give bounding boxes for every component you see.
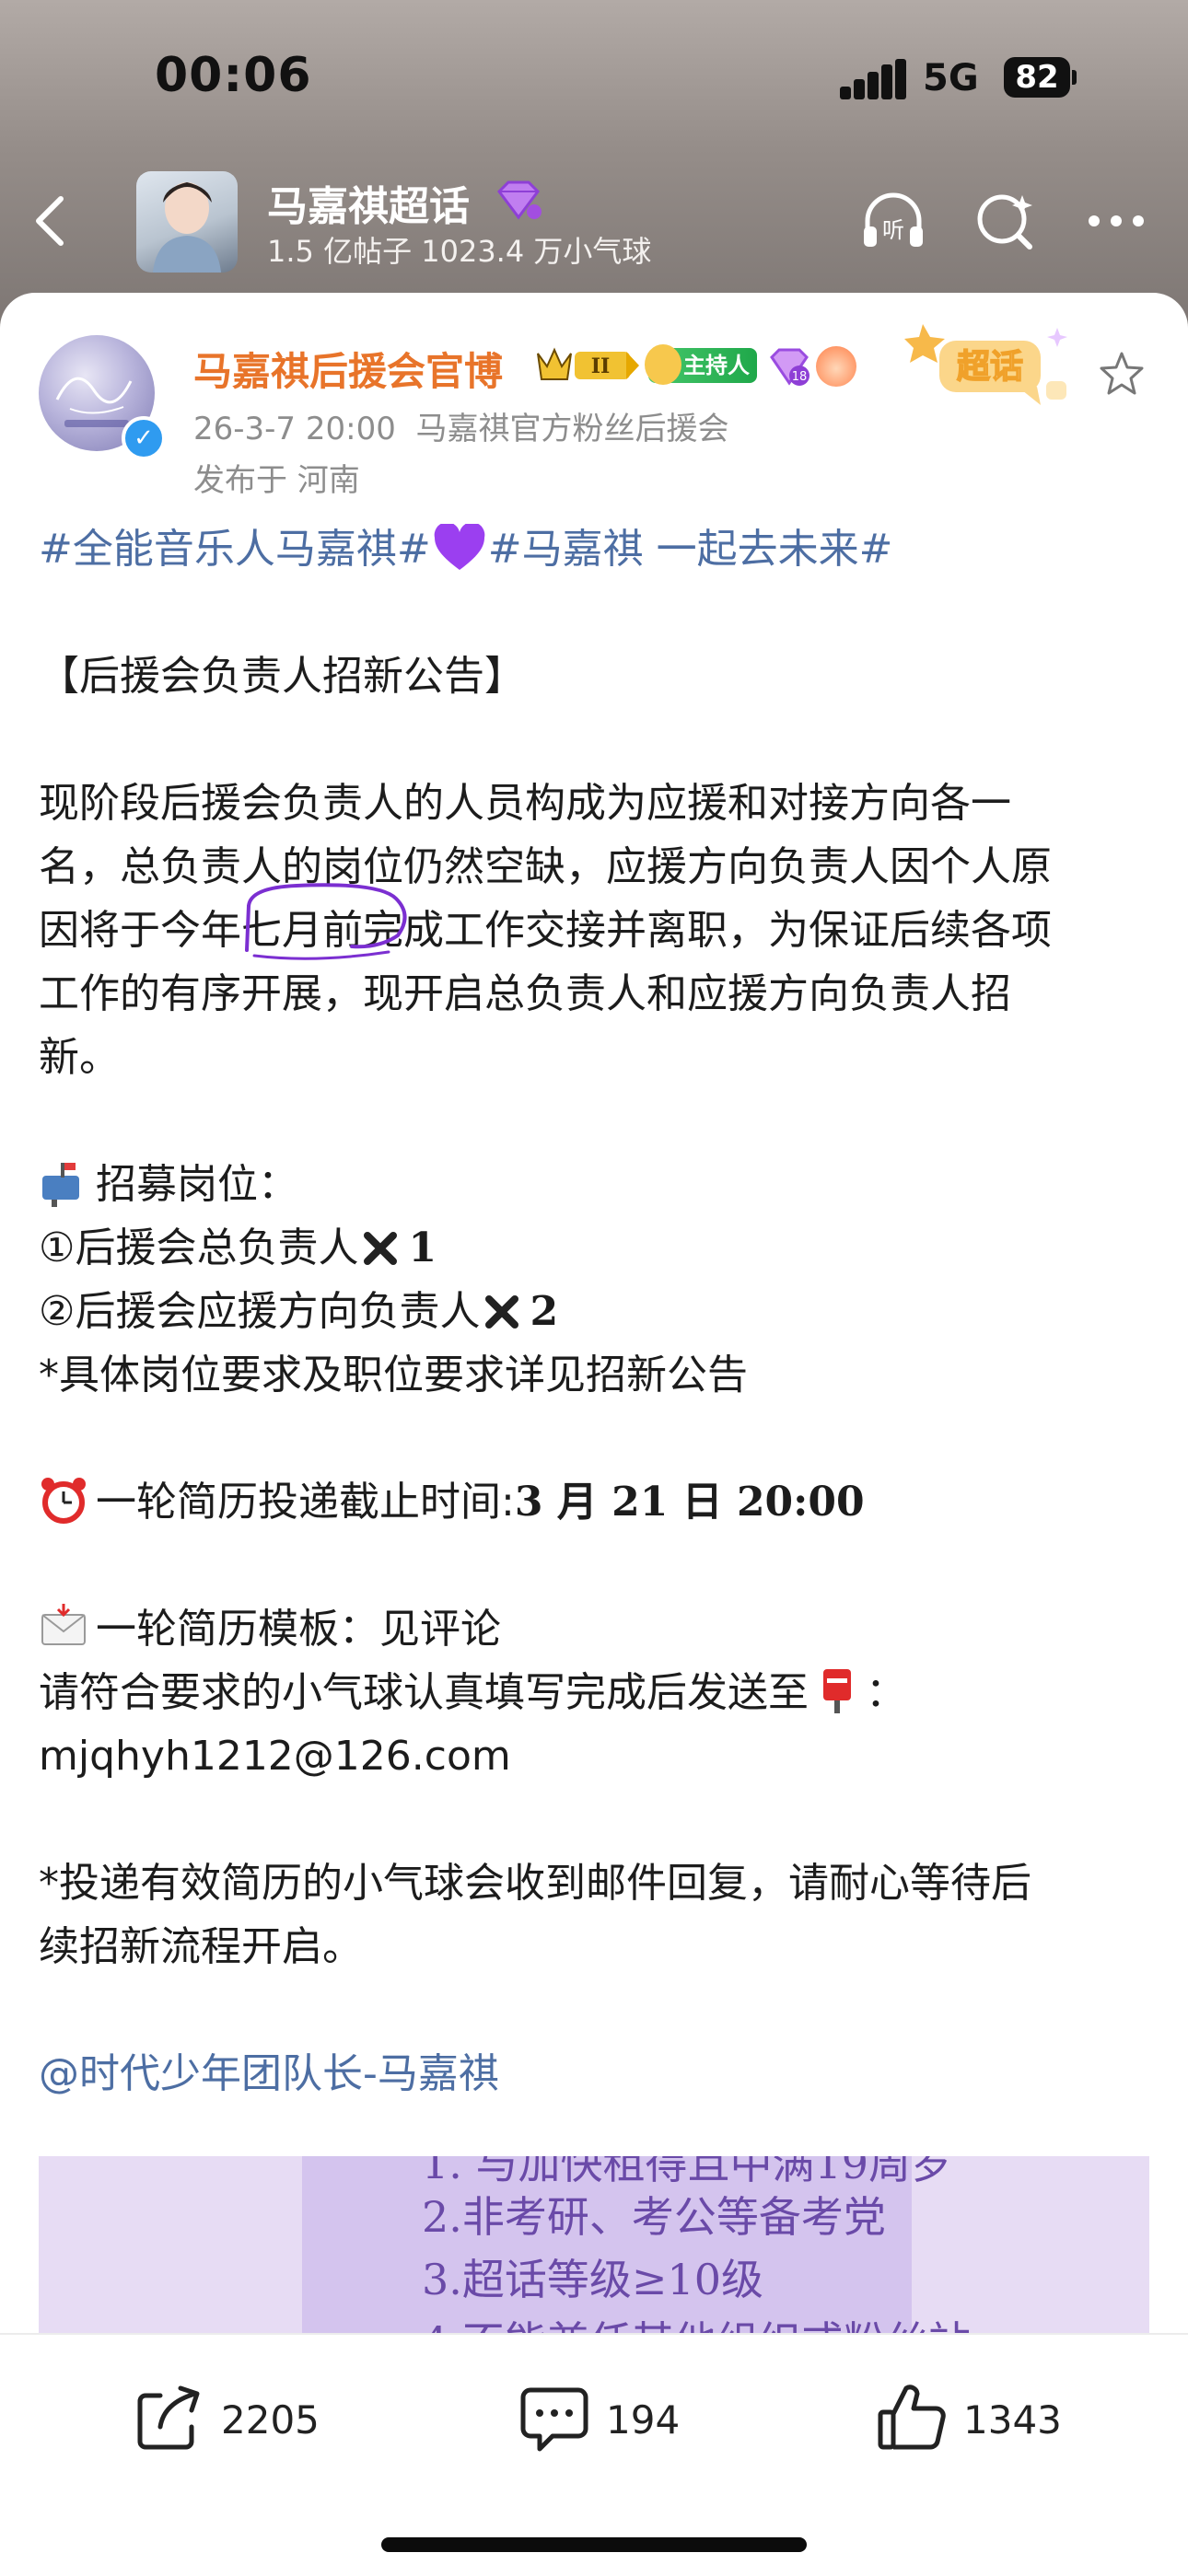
svg-text:听: 听 <box>882 217 904 243</box>
email-address[interactable]: mjqhyh1212@126.com <box>39 1724 1153 1788</box>
template-text: 一轮简历模板：见评论 <box>96 1606 501 1653</box>
body-line: 新。 <box>39 1034 120 1081</box>
hashtag-link[interactable]: #马嘉祺 一起去未来# <box>488 526 893 573</box>
post-content: #全能音乐人马嘉祺# #马嘉祺 一起去未来# 【后援会负责人招新公告】 现阶段后援… <box>39 517 1153 2106</box>
topic-nav-bar: 马嘉祺超话 1.5 亿帖子 1023.4 万小气球 听 <box>0 166 1188 295</box>
send-line: 请符合要求的小气球认真填写完成后发送至 ： <box>39 1661 1153 1724</box>
chaohua-label-text: 超话 <box>957 348 1023 386</box>
crown-badge-text: II <box>591 354 611 378</box>
multiply-icon <box>485 1295 519 1329</box>
status-bar: 00:06 5G 82 <box>0 0 1188 166</box>
deadline-line: 一轮简历投递截止时间:3 月 21 日 20:00 <box>39 1470 1153 1534</box>
postbox-icon <box>823 1669 851 1713</box>
post-location: 发布于 河南 <box>193 462 360 499</box>
more-icon[interactable] <box>1079 184 1153 258</box>
deadline-label: 一轮简历投递截止时间: <box>96 1479 515 1526</box>
crown-badge-icon: II <box>537 347 639 380</box>
position-1-count: 1 <box>408 1224 437 1271</box>
gem-badge-icon <box>497 180 542 220</box>
host-badge: 主持人 <box>645 344 757 385</box>
search-icon[interactable] <box>969 184 1042 258</box>
alarm-clock-icon <box>41 1478 86 1524</box>
preview-line: 3.超话等级≥10级 <box>422 2255 763 2304</box>
battery-tip <box>1072 70 1077 85</box>
star-icon[interactable] <box>1098 350 1146 398</box>
note-line: *具体岗位要求及职位要求详见招新公告 <box>39 1352 748 1398</box>
recruit-heading: 招募岗位： <box>96 1161 298 1208</box>
back-icon[interactable] <box>28 193 74 249</box>
comment-icon <box>520 2387 588 2452</box>
recruit-heading-line: 招募岗位： <box>39 1153 1153 1216</box>
mention-link[interactable]: @时代少年团队长-马嘉祺 <box>39 2042 1153 2106</box>
position-1: ①后援会总负责人 <box>39 1224 359 1271</box>
post-meta: 26-3-7 20:00 马嘉祺官方粉丝后援会 <box>193 403 728 448</box>
envelope-icon <box>41 1604 86 1645</box>
status-time: 00:06 <box>155 48 312 103</box>
chaohua-label-icon[interactable]: 超话 <box>903 317 1072 409</box>
hashtag-link[interactable]: #全能音乐人马嘉祺# <box>39 526 431 573</box>
send-text: 请符合要求的小气球认真填写完成后发送至 <box>39 1669 809 1716</box>
hashtag-line: #全能音乐人马嘉祺# #马嘉祺 一起去未来# <box>39 517 1153 581</box>
author-name[interactable]: 马嘉祺后援会官博 <box>193 341 503 397</box>
purple-heart-icon <box>434 524 485 570</box>
body-line: 工作的有序开展，现开启总负责人和应援方向负责人招 <box>39 970 1011 1017</box>
host-badge-text: 主持人 <box>683 353 750 378</box>
mailbox-icon <box>42 1163 79 1207</box>
deadline-value: 3 月 21 日 20:00 <box>514 1479 865 1526</box>
body-line: 名，总负责人的岗位仍然空缺，应援方向负责人因个人原 <box>39 843 1052 890</box>
topic-title[interactable]: 马嘉祺超话 <box>267 173 470 232</box>
note-line: 续招新流程开启。 <box>39 1923 363 1970</box>
share-icon <box>137 2385 200 2450</box>
home-indicator[interactable] <box>381 2537 807 2552</box>
topic-avatar[interactable] <box>136 171 238 273</box>
post-date: 26-3-7 20:00 <box>193 411 396 447</box>
position-line: ①后援会总负责人 1 <box>39 1216 1153 1280</box>
fan-face-icon <box>816 346 856 387</box>
post-card: ✓ 马嘉祺后援会官博 II 主持人 18 超话 26-3-7 20:00 马嘉祺… <box>0 293 1188 2574</box>
level-gem-icon: 18 <box>770 348 809 386</box>
battery-icon: 82 <box>1004 57 1070 98</box>
topic-stats: 1.5 亿帖子 1023.4 万小气球 <box>267 234 652 269</box>
preview-line: 2.非考研、考公等备考党 <box>422 2192 886 2242</box>
position-line: ②后援会应援方向负责人 2 <box>39 1280 1153 1343</box>
body-line: 现阶段后援会负责人的人员构成为应援和对接方向各一 <box>39 780 1011 827</box>
like-count: 1343 <box>963 2397 1062 2443</box>
multiply-icon <box>364 1232 398 1265</box>
listen-icon[interactable]: 听 <box>856 184 930 258</box>
network-type: 5G <box>923 57 979 99</box>
template-line: 一轮简历模板：见评论 <box>39 1597 1153 1661</box>
verified-icon: ✓ <box>122 416 166 460</box>
send-colon: ： <box>866 1669 906 1716</box>
attached-image-preview[interactable]: 1. 与加快租得且中满19周岁 2.非考研、考公等备考党 3.超话等级≥10级 … <box>39 2156 1149 2350</box>
body-line: 因将于今年七月前完成工作交接并离职，为保证后续各项 <box>39 907 1052 954</box>
signal-icon <box>840 59 906 99</box>
position-2-count: 2 <box>530 1288 559 1335</box>
like-icon <box>878 2385 946 2450</box>
share-count: 2205 <box>221 2397 320 2443</box>
comment-count: 194 <box>606 2397 681 2443</box>
note-line: *投递有效简历的小气球会收到邮件回复，请耐心等待后 <box>39 1860 1031 1907</box>
level-gem-text: 18 <box>792 370 808 384</box>
post-source[interactable]: 马嘉祺官方粉丝后援会 <box>415 411 728 447</box>
attached-image-content: 1. 与加快租得且中满19周岁 2.非考研、考公等备考党 3.超话等级≥10级 … <box>302 2156 971 2350</box>
post-title: 【后援会负责人招新公告】 <box>39 653 525 700</box>
position-2: ②后援会应援方向负责人 <box>39 1288 481 1335</box>
